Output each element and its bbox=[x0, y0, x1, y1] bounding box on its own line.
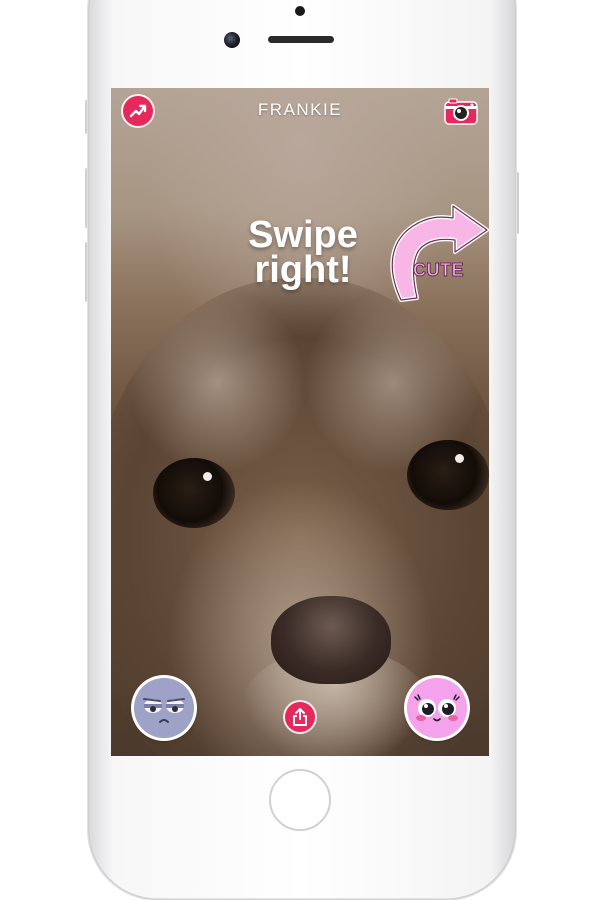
share-button[interactable] bbox=[285, 702, 315, 732]
proximity-sensor bbox=[295, 6, 305, 16]
app-screen: FRANKIE Swipe right! CUTE bbox=[111, 88, 489, 756]
pet-name-title: FRANKIE bbox=[257, 100, 343, 119]
not-cute-button[interactable] bbox=[134, 678, 194, 738]
dog-photo[interactable] bbox=[111, 88, 489, 756]
dog-nose bbox=[271, 596, 391, 684]
share-icon bbox=[293, 708, 307, 726]
dog-eye-left bbox=[153, 458, 235, 528]
curved-arrow-icon bbox=[390, 204, 489, 302]
swipe-instruction: Swipe right! bbox=[233, 214, 373, 291]
cute-face-icon bbox=[407, 678, 467, 738]
cute-direction-label: CUTE bbox=[413, 260, 465, 281]
dog-eye-right bbox=[407, 440, 489, 510]
camera-button[interactable] bbox=[443, 96, 479, 126]
camera-icon bbox=[444, 98, 478, 125]
swipe-line-2: right! bbox=[254, 249, 352, 291]
swipe-line-1: Swipe bbox=[248, 214, 358, 256]
earpiece-speaker bbox=[268, 36, 334, 43]
sleepy-face-icon bbox=[134, 678, 194, 738]
home-button[interactable] bbox=[269, 769, 331, 831]
cute-button[interactable] bbox=[407, 678, 467, 738]
front-camera bbox=[224, 32, 240, 48]
